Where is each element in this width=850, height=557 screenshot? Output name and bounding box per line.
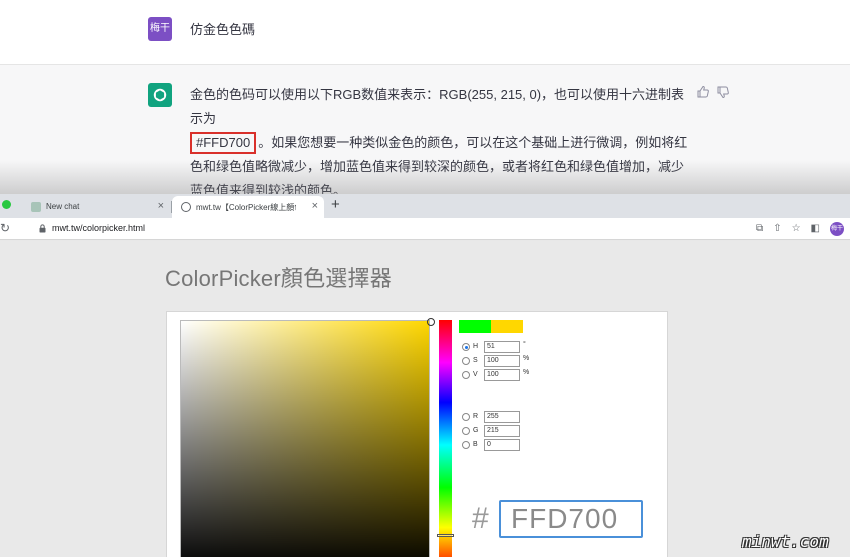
b-input[interactable]: 0 [484, 439, 520, 451]
star-icon[interactable]: ☆ [792, 221, 801, 237]
address-bar-url[interactable]: mwt.tw/colorpicker.html [52, 223, 145, 233]
share-icon[interactable]: ⇧ [773, 221, 781, 237]
translate-icon[interactable]: ⧉ [756, 221, 763, 237]
page-title: ColorPicker顏色選擇器 [165, 266, 392, 291]
globe-icon [181, 202, 191, 212]
watermark-text: minwt.com [742, 532, 829, 551]
window-maximize-dot[interactable] [2, 200, 11, 209]
tab-close-icon[interactable]: × [312, 200, 318, 212]
browser-window: New chat × mwt.tw【ColorPicker線上顏色選擇器】 × … [0, 194, 850, 557]
saturation-value-area[interactable] [180, 320, 430, 557]
tab-label: mwt.tw【ColorPicker線上顏色選擇器】 [196, 203, 296, 212]
current-color-swatch [491, 320, 523, 333]
field-label: V [473, 371, 478, 378]
reload-icon[interactable]: ↻ [0, 221, 10, 235]
r-input[interactable]: 255 [484, 411, 520, 423]
tab-colorpicker[interactable]: mwt.tw【ColorPicker線上顏色選擇器】 × [172, 196, 324, 218]
field-label: B [473, 441, 478, 448]
radio-b[interactable] [462, 441, 470, 449]
radio-r[interactable] [462, 413, 470, 421]
radio-s[interactable] [462, 357, 470, 365]
chatgpt-favicon-icon [31, 202, 41, 212]
colorpicker-panel: H 51 ° S 100 % V 100 % R 255 G 215 B 0 #… [166, 311, 668, 557]
field-label: H [473, 343, 479, 350]
user-message-text: 仿金色色碼 [190, 22, 256, 37]
new-tab-button[interactable]: + [331, 196, 340, 213]
g-input[interactable]: 215 [484, 425, 520, 437]
hue-slider-handle[interactable] [437, 534, 454, 537]
user-message-row: 梅干 仿金色色碼 [0, 0, 850, 64]
field-label: G [473, 427, 479, 434]
thumbs-down-icon[interactable] [716, 85, 730, 99]
lock-icon[interactable] [39, 224, 46, 233]
hex-hash-label: # [472, 502, 489, 535]
thumbs-up-icon[interactable] [696, 85, 710, 99]
sidepanel-icon[interactable]: ◧ [811, 221, 820, 237]
openai-logo-icon [148, 83, 172, 107]
saturation-value-cursor[interactable] [427, 318, 435, 326]
field-unit: % [523, 369, 530, 376]
s-input[interactable]: 100 [484, 355, 520, 367]
field-label: S [473, 357, 478, 364]
tab-bar: New chat × mwt.tw【ColorPicker線上顏色選擇器】 × … [0, 194, 850, 218]
field-unit: % [523, 355, 530, 362]
hue-slider[interactable] [439, 320, 452, 557]
radio-h[interactable] [462, 343, 470, 351]
colorpicker-page: ColorPicker顏色選擇器 H 51 ° S 100 % V 100 % … [0, 241, 850, 557]
highlighted-hex-code: #FFD700 [190, 132, 257, 154]
window-shadow [0, 160, 850, 196]
tab-close-icon[interactable]: × [158, 200, 164, 212]
tab-label: New chat [46, 202, 80, 211]
assistant-text-part1: 金色的色码可以使用以下RGB数值来表示：RGB(255, 215, 0)，也可以… [190, 87, 685, 126]
hex-input[interactable]: FFD700 [499, 500, 643, 538]
v-input[interactable]: 100 [484, 369, 520, 381]
profile-avatar[interactable]: 梅干 [830, 222, 844, 236]
toolbar-icons: ⧉ ⇧ ☆ ◧ 梅干 [756, 221, 844, 237]
tab-new-chat[interactable]: New chat × [22, 196, 170, 218]
h-input[interactable]: 51 [484, 341, 520, 353]
radio-v[interactable] [462, 371, 470, 379]
field-unit: ° [523, 341, 526, 348]
new-color-swatch [459, 320, 491, 333]
field-label: R [473, 413, 479, 420]
user-avatar: 梅干 [148, 17, 172, 41]
address-toolbar: ↻ mwt.tw/colorpicker.html ⧉ ⇧ ☆ ◧ 梅干 [0, 218, 850, 240]
radio-g[interactable] [462, 427, 470, 435]
